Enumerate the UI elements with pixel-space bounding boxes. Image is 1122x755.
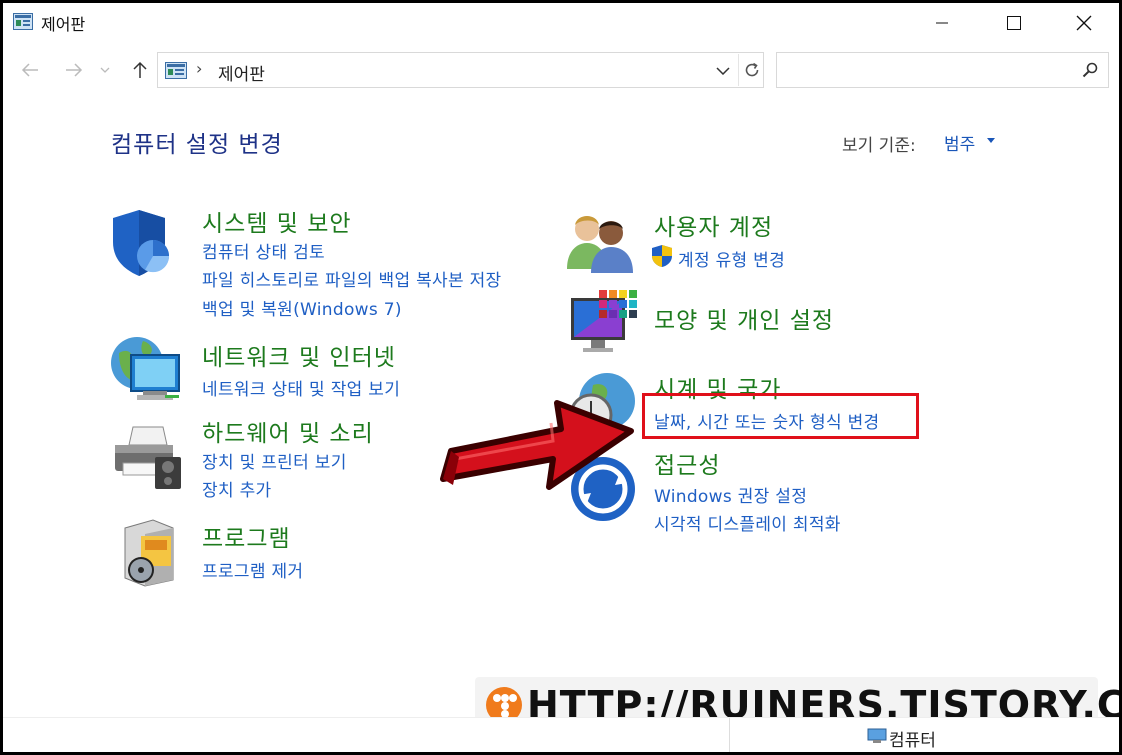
refresh-button[interactable] — [738, 54, 764, 86]
category-system-security[interactable]: 시스템 및 보안 — [202, 204, 352, 238]
category-hardware-sound[interactable]: 하드웨어 및 소리 — [202, 414, 374, 448]
link-uninstall-program[interactable]: 프로그램 제거 — [202, 557, 303, 582]
status-location-text: 컴퓨터 — [889, 731, 936, 751]
chevron-down-icon — [100, 67, 110, 73]
link-change-account-type[interactable]: 계정 유형 변경 — [678, 246, 785, 271]
uac-shield-icon — [652, 245, 672, 267]
control-panel-icon — [13, 13, 33, 30]
address-dropdown-button[interactable] — [712, 59, 734, 83]
link-network-status[interactable]: 네트워크 상태 및 작업 보기 — [202, 375, 400, 400]
view-by-dropdown[interactable]: 범주 — [944, 130, 975, 155]
minimize-icon — [936, 22, 948, 24]
search-input[interactable] — [776, 52, 1109, 88]
close-button[interactable] — [1049, 3, 1119, 43]
red-arrow-annotation — [440, 400, 634, 490]
monitor-palette-icon[interactable] — [569, 290, 637, 358]
close-icon — [1076, 15, 1092, 31]
maximize-icon — [1007, 16, 1021, 30]
refresh-icon — [745, 62, 758, 77]
caret-down-icon[interactable] — [987, 138, 995, 143]
highlight-box — [642, 393, 919, 439]
link-add-device[interactable]: 장치 추가 — [202, 476, 271, 501]
link-backup-restore[interactable]: 백업 및 복원(Windows 7) — [202, 295, 402, 320]
link-review-computer-status[interactable]: 컴퓨터 상태 검토 — [202, 238, 325, 263]
forward-arrow-icon — [66, 63, 83, 77]
maximize-button[interactable] — [979, 3, 1049, 43]
control-panel-window: 제어판 › 제어판 컴퓨터 설정 변경 보기 기준: 범주 시스템 및 보안 컴… — [3, 3, 1119, 752]
back-button[interactable] — [17, 57, 43, 83]
program-box-icon[interactable] — [117, 518, 179, 588]
view-by-label: 보기 기준: — [842, 136, 916, 156]
category-appearance-personalization[interactable]: 모양 및 개인 설정 — [654, 301, 834, 335]
status-divider — [729, 718, 730, 752]
computer-icon — [867, 728, 887, 743]
link-optimize-visual-display[interactable]: 시각적 디스플레이 최적화 — [654, 510, 841, 535]
shield-icon[interactable] — [109, 208, 175, 278]
minimize-button[interactable] — [907, 3, 977, 43]
category-ease-of-access[interactable]: 접근성 — [654, 446, 720, 480]
recent-locations-button[interactable] — [97, 57, 113, 83]
title-bar: 제어판 — [3, 3, 1119, 43]
network-globe-icon[interactable] — [109, 333, 185, 403]
link-windows-recommended-settings[interactable]: Windows 권장 설정 — [654, 482, 807, 507]
breadcrumb-separator: › — [196, 59, 203, 78]
users-icon[interactable] — [565, 211, 637, 273]
address-bar[interactable]: › 제어판 — [157, 52, 764, 88]
window-title: 제어판 — [41, 15, 86, 34]
category-programs[interactable]: 프로그램 — [202, 519, 291, 553]
status-bar: 컴퓨터 — [3, 717, 1119, 752]
back-arrow-icon — [21, 63, 38, 77]
up-button[interactable] — [127, 57, 153, 83]
navigation-bar: › 제어판 — [3, 51, 1119, 91]
link-view-devices-printers[interactable]: 장치 및 프린터 보기 — [202, 448, 347, 473]
category-user-accounts[interactable]: 사용자 계정 — [654, 208, 773, 242]
up-arrow-icon — [133, 61, 147, 78]
category-network-internet[interactable]: 네트워크 및 인터넷 — [202, 338, 396, 372]
search-icon[interactable] — [1082, 62, 1098, 78]
breadcrumb-control-panel[interactable]: 제어판 — [218, 60, 265, 85]
link-file-history[interactable]: 파일 히스토리로 파일의 백업 복사본 저장 — [202, 266, 502, 291]
page-title: 컴퓨터 설정 변경 — [111, 132, 283, 158]
printer-icon[interactable] — [111, 421, 185, 493]
forward-button[interactable] — [61, 57, 87, 83]
control-panel-icon — [165, 62, 187, 79]
chevron-down-icon — [716, 67, 730, 75]
